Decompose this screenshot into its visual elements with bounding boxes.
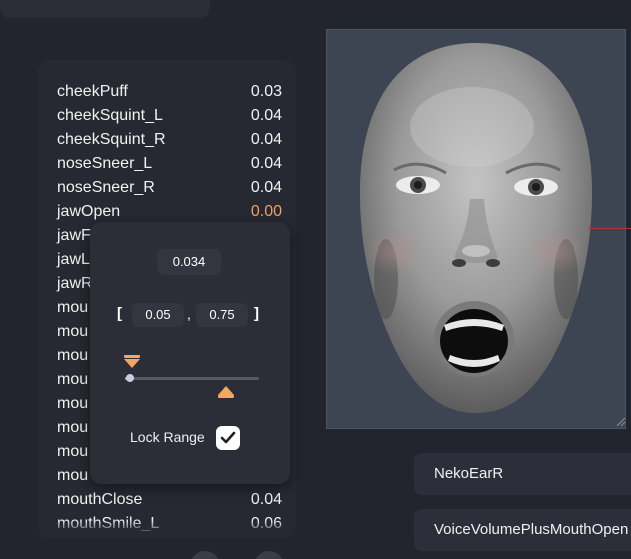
blendshape-value: 0.04 [250, 131, 282, 148]
blendshape-name: mou [57, 299, 89, 316]
blendshape-name: cheekPuff [57, 83, 128, 100]
range-max-handle[interactable] [217, 386, 234, 395]
bottom-round-button-2[interactable] [254, 551, 284, 559]
blendshape-row[interactable]: noseSneer_R 0.04 [57, 176, 282, 200]
param-card-label: VoiceVolumePlusMouthOpen [434, 521, 629, 538]
blendshape-name: mou [57, 419, 89, 436]
top-panel-edge [0, 0, 210, 18]
bottom-round-button-1[interactable] [190, 551, 220, 559]
range-min-handle[interactable] [123, 359, 140, 368]
blendshape-name: jawOpen [57, 203, 121, 220]
blendshape-value: 0.04 [250, 179, 282, 196]
blendshape-name: cheekSquint_R [57, 131, 166, 148]
blendshape-name: mouthClose [57, 491, 143, 508]
blendshape-name: jawL [57, 251, 90, 268]
blendshape-row[interactable]: noseSneer_L 0.04 [57, 152, 282, 176]
blendshape-name: cheekSquint_L [57, 107, 163, 124]
param-card-voice-volume[interactable]: VoiceVolumePlusMouthOpen [414, 509, 631, 551]
blendshape-name: noseSneer_L [57, 155, 153, 172]
blendshape-name: mou [57, 347, 89, 364]
range-max-field[interactable]: 0.75 [196, 303, 248, 327]
app-root: cheekPuff 0.03 cheekSquint_L 0.04 cheekSquin… [0, 0, 631, 559]
blendshape-name: jawF [57, 227, 91, 244]
checkmark-icon [220, 431, 236, 444]
blendshape-row[interactable]: jawOpen 0.00 [57, 200, 282, 224]
lock-range-label: Lock Range [130, 429, 205, 445]
range-slider-track[interactable] [123, 355, 259, 398]
close-bracket: ] [254, 305, 259, 322]
blendshape-row[interactable]: cheekPuff 0.03 [57, 80, 282, 104]
param-card-neko-ear[interactable]: NekoEarR [414, 453, 631, 495]
blendshape-value: 0.04 [250, 155, 282, 172]
blendshape-value: 0.00 [250, 203, 282, 220]
blendshape-row[interactable]: cheekSquint_R 0.04 [57, 128, 282, 152]
axis-gizmo-line [588, 228, 631, 229]
blendshape-name: mou [57, 395, 89, 412]
blendshape-name: mou [57, 467, 89, 484]
blendshape-value: 0.04 [250, 107, 282, 124]
lock-range-checkbox[interactable] [216, 426, 240, 450]
blendshape-value: 0.04 [250, 491, 282, 508]
range-popover: 0.034 [ 0.05 , 0.75 ] Lock Range [90, 222, 290, 484]
blendshape-name: noseSneer_R [57, 179, 155, 196]
blendshape-row[interactable]: mouthClose 0.04 [57, 488, 282, 512]
blendshape-row[interactable]: cheekSquint_L 0.04 [57, 104, 282, 128]
viewport-border [326, 29, 626, 429]
list-fade [38, 520, 296, 538]
blendshape-name: jawR [57, 275, 93, 292]
blendshape-name: mou [57, 443, 89, 460]
open-bracket: [ [117, 305, 122, 322]
range-min-field[interactable]: 0.05 [132, 303, 184, 327]
current-value-field[interactable]: 0.034 [157, 249, 221, 275]
blendshape-name: mou [57, 323, 89, 340]
blendshape-value: 0.03 [250, 83, 282, 100]
avatar-preview-viewport[interactable] [326, 29, 626, 429]
param-card-label: NekoEarR [434, 465, 504, 482]
range-separator: , [187, 306, 191, 322]
range-max-marker-bar [217, 395, 234, 398]
range-min-marker-bar [123, 355, 140, 358]
blendshape-name: mou [57, 371, 89, 388]
slider-thumb[interactable] [125, 374, 134, 382]
resize-grip-icon[interactable] [617, 418, 625, 426]
